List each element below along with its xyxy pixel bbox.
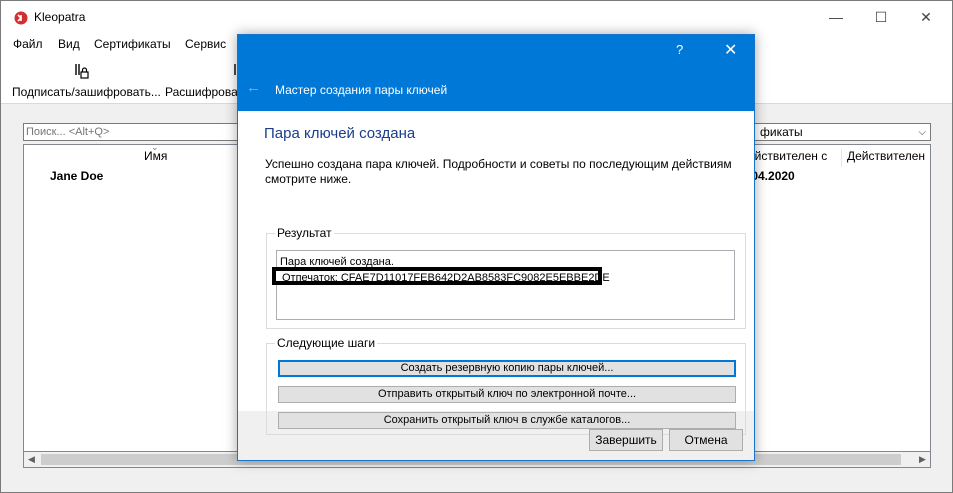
fingerprint-text: Отпечаток: CFAE7D11017FEB642D2AB8583FC90…	[282, 272, 610, 284]
help-button[interactable]: ?	[676, 42, 683, 57]
finish-button[interactable]: Завершить	[589, 429, 663, 451]
back-arrow-icon[interactable]: ←	[246, 79, 261, 96]
sign-encrypt-icon	[75, 64, 89, 79]
row-name-cell[interactable]: Jane Doe	[50, 169, 103, 183]
email-public-key-button[interactable]: Отправить открытый ключ по электронной п…	[278, 386, 736, 403]
wizard-page: Пара ключей создана Успешно создана пара…	[238, 111, 754, 435]
filter-value: фикаты	[760, 125, 803, 139]
page-intro-text: Успешно создана пара ключей. Подробности…	[265, 157, 732, 186]
column-header-name[interactable]: Имя	[144, 149, 167, 163]
backup-keypair-button[interactable]: Создать резервную копию пары ключей...	[278, 360, 736, 377]
minimize-button[interactable]: —	[813, 1, 859, 33]
scroll-right-icon[interactable]: ▶	[919, 452, 926, 467]
wizard-header: ? ✕ ← Мастер создания пары ключей	[238, 35, 754, 111]
wizard-title: Мастер создания пары ключей	[275, 83, 448, 97]
page-title: Пара ключей создана	[264, 125, 416, 142]
column-separator	[841, 149, 842, 167]
close-window-button[interactable]: ✕	[903, 1, 949, 33]
scroll-left-icon[interactable]: ◀	[28, 452, 35, 467]
menu-tools[interactable]: Сервис	[185, 37, 226, 51]
search-input[interactable]	[23, 123, 241, 141]
upload-directory-service-button[interactable]: Сохранить открытый ключ в службе каталог…	[278, 412, 736, 429]
fingerprint-highlight: Отпечаток: CFAE7D11017FEB642D2AB8583FC90…	[272, 267, 610, 285]
column-header-valid-from[interactable]: ействителен с	[748, 149, 827, 163]
key-pair-wizard-dialog: ? ✕ ← Мастер создания пары ключей Пара к…	[237, 34, 755, 461]
next-steps-group-label: Следующие шаги	[275, 336, 378, 350]
result-group-label: Результат	[275, 226, 334, 240]
kleopatra-logo-icon	[14, 11, 28, 25]
maximize-button[interactable]: ☐	[858, 1, 904, 33]
app-title: Kleopatra	[34, 10, 86, 24]
certificate-filter-combo[interactable]: фикаты ⌵	[745, 123, 931, 141]
result-group: Результат Пара ключей создана. Отпечаток…	[266, 226, 746, 329]
row-valid-from-cell[interactable]: .04.2020	[748, 169, 795, 183]
next-steps-group: Следующие шаги Создать резервную копию п…	[266, 336, 746, 435]
close-dialog-button[interactable]: ✕	[724, 40, 737, 60]
menu-certificates[interactable]: Сертификаты	[94, 37, 171, 51]
column-header-valid-until[interactable]: Действителен	[847, 149, 925, 163]
sign-encrypt-button[interactable]: Подписать/зашифровать...	[12, 85, 161, 99]
cancel-button[interactable]: Отмена	[669, 429, 743, 451]
menu-view[interactable]: Вид	[58, 37, 80, 51]
chevron-down-icon: ⌵	[918, 127, 926, 138]
menu-file[interactable]: Файл	[13, 37, 43, 51]
result-text-box[interactable]: Пара ключей создана. Отпечаток: CFAE7D11…	[272, 250, 735, 320]
title-bar: Kleopatra — ☐ ✕	[1, 1, 952, 33]
